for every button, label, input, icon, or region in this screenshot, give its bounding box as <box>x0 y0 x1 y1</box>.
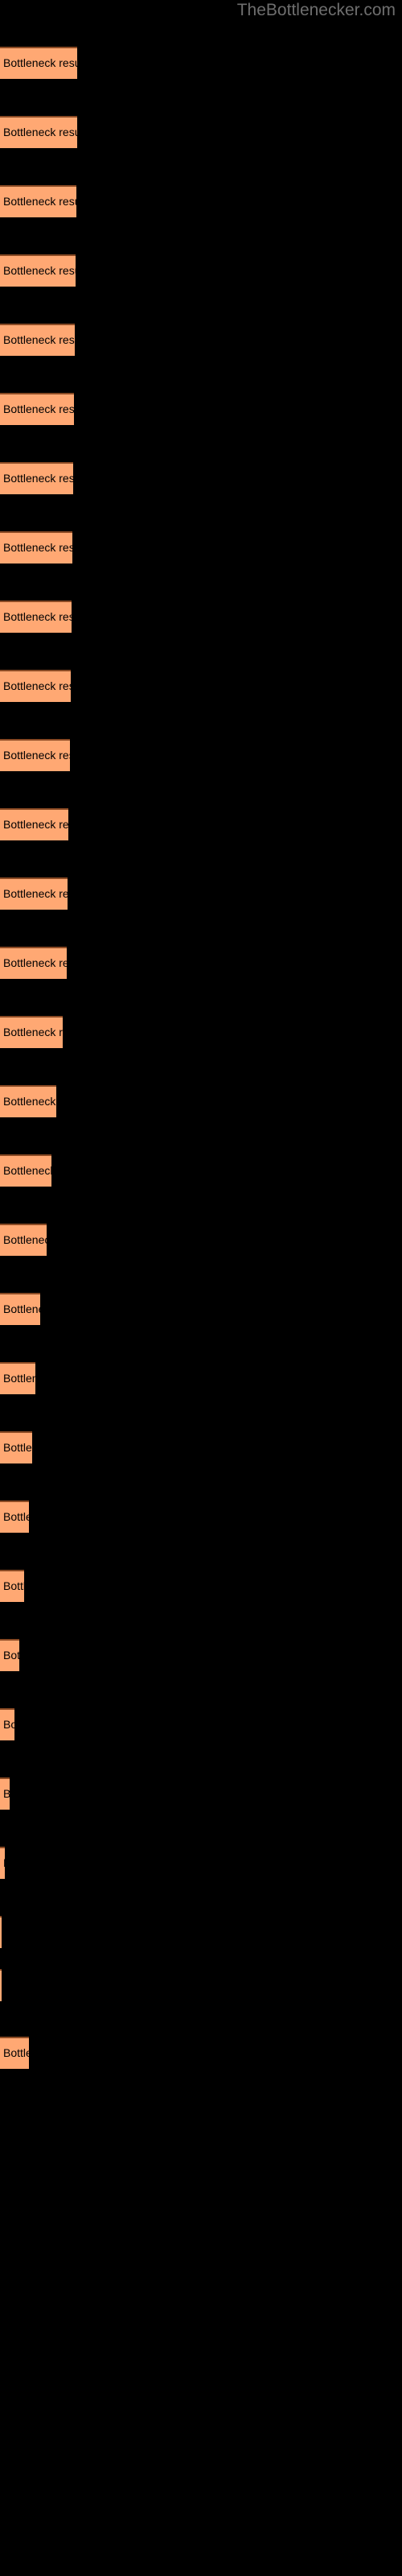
bar-label: Bottleneck result <box>3 472 73 485</box>
bar-row: Bottleneck result <box>0 1777 402 1810</box>
bottleneck-result-bar[interactable]: Bottleneck result <box>0 1777 10 1810</box>
bottleneck-result-bar[interactable]: Bottleneck result <box>0 1916 2 1948</box>
bar-label: Bottleneck result <box>3 749 70 762</box>
bottleneck-chart: TheBottlenecker.com Bottleneck resultBot… <box>0 0 402 2576</box>
bottleneck-result-bar[interactable]: Bottleneck result <box>0 47 77 79</box>
bottleneck-result-bar[interactable]: Bottleneck result <box>0 601 72 633</box>
bar-label: Bottleneck result <box>3 1095 56 1108</box>
bottleneck-result-bar[interactable]: Bottleneck result <box>0 462 73 494</box>
bar-label: Bottleneck result <box>3 610 72 623</box>
bar-label: Bottleneck result <box>3 2046 29 2059</box>
bar-row: Bottleneck result <box>0 1293 402 1325</box>
bar-row: Bottleneck result <box>0 2037 402 2069</box>
bottleneck-result-bar[interactable]: Bottleneck result <box>0 1969 2 2001</box>
bar-row: Bottleneck result <box>0 462 402 494</box>
bottleneck-result-bar[interactable]: Bottleneck result <box>0 1708 14 1740</box>
bar-label: Bottleneck result <box>3 1026 63 1038</box>
bar-row: Bottleneck result <box>0 531 402 564</box>
bar-label: Bottleneck result <box>3 1510 29 1523</box>
bottleneck-result-bar[interactable]: Bottleneck result <box>0 116 77 148</box>
bar-label: Bottleneck result <box>3 195 76 208</box>
bottleneck-result-bar[interactable]: Bottleneck result <box>0 1501 29 1533</box>
bottleneck-result-bar[interactable]: Bottleneck result <box>0 947 67 979</box>
bar-row: Bottleneck result <box>0 1085 402 1117</box>
bottleneck-result-bar[interactable]: Bottleneck result <box>0 324 75 356</box>
bar-row: Bottleneck result <box>0 1501 402 1533</box>
bar-row: Bottleneck result <box>0 877 402 910</box>
bar-label: Bottleneck result <box>3 1856 5 1871</box>
bottleneck-result-bar[interactable]: Bottleneck result <box>0 254 76 287</box>
bar-row: Bottleneck result <box>0 1916 402 1948</box>
bar-row: Bottleneck result <box>0 947 402 979</box>
bar-row: Bottleneck result <box>0 1016 402 1048</box>
bottleneck-result-bar[interactable]: Bottleneck result <box>0 877 68 910</box>
bar-label: Bottleneck result <box>3 887 68 900</box>
bar-row: Bottleneck result <box>0 1570 402 1602</box>
bar-label: Bottleneck result <box>3 1786 10 1802</box>
bottleneck-result-bar[interactable]: Bottleneck result <box>0 393 74 425</box>
bar-label: Bottleneck result <box>3 333 75 346</box>
bar-row: Bottleneck result <box>0 1708 402 1740</box>
bar-label: Bottleneck result <box>3 956 67 969</box>
bar-label: Bottleneck result <box>3 1302 40 1315</box>
bar-label: Bottleneck result <box>3 818 68 831</box>
bottleneck-result-bar[interactable]: Bottleneck result <box>0 1085 56 1117</box>
bar-row: Bottleneck result <box>0 1224 402 1256</box>
bar-label: Bottleneck result <box>3 1649 19 1662</box>
bottleneck-result-bar[interactable]: Bottleneck result <box>0 1362 35 1394</box>
bottleneck-result-bar[interactable]: Bottleneck result <box>0 670 71 702</box>
bar-label: Bottleneck result <box>3 1164 51 1177</box>
bar-label: Bottleneck result <box>3 1441 32 1454</box>
bar-row: Bottleneck result <box>0 1639 402 1671</box>
bar-label: Bottleneck result <box>3 541 72 554</box>
bottleneck-result-bar[interactable]: Bottleneck result <box>0 531 72 564</box>
bottleneck-result-bar[interactable]: Bottleneck result <box>0 1570 24 1602</box>
bar-label: Bottleneck result <box>3 1579 24 1592</box>
bar-label: Bottleneck result <box>3 679 71 692</box>
bar-label: Bottleneck result <box>3 1233 47 1246</box>
bar-row: Bottleneck result <box>0 324 402 356</box>
bottleneck-result-bar[interactable]: Bottleneck result <box>0 1224 47 1256</box>
bar-row: Bottleneck result <box>0 116 402 148</box>
bottleneck-result-bar[interactable]: Bottleneck result <box>0 739 70 771</box>
bar-label: Bottleneck result <box>3 1718 14 1731</box>
bar-row: Bottleneck result <box>0 254 402 287</box>
bar-label: Bottleneck result <box>3 402 74 415</box>
bar-row: Bottleneck result <box>0 185 402 217</box>
bar-label: Bottleneck result <box>3 264 76 277</box>
bar-label: Bottleneck result <box>3 126 77 138</box>
bottleneck-result-bar[interactable]: Bottleneck result <box>0 2037 29 2069</box>
bar-row: Bottleneck result <box>0 1847 402 1879</box>
bottleneck-result-bar[interactable]: Bottleneck result <box>0 1016 63 1048</box>
bar-row: Bottleneck result <box>0 393 402 425</box>
bottleneck-result-bar[interactable]: Bottleneck result <box>0 1639 19 1671</box>
bar-row: Bottleneck result <box>0 808 402 840</box>
bottleneck-result-bar[interactable]: Bottleneck result <box>0 1293 40 1325</box>
bar-row: Bottleneck result <box>0 670 402 702</box>
bar-row: Bottleneck result <box>0 1154 402 1187</box>
bottleneck-result-bar[interactable]: Bottleneck result <box>0 1847 5 1879</box>
bar-label: Bottleneck result <box>3 1372 35 1385</box>
bottleneck-result-bar[interactable]: Bottleneck result <box>0 1154 51 1187</box>
bar-row: Bottleneck result <box>0 47 402 79</box>
bottleneck-result-bar[interactable]: Bottleneck result <box>0 808 68 840</box>
bar-label: Bottleneck result <box>3 56 77 69</box>
bar-row: Bottleneck result <box>0 601 402 633</box>
bar-row: Bottleneck result <box>0 1362 402 1394</box>
bar-row: Bottleneck result <box>0 739 402 771</box>
bar-row: Bottleneck result <box>0 1969 402 2001</box>
bar-row: Bottleneck result <box>0 1431 402 1463</box>
bar-list: Bottleneck result Bottleneck result Bottle… <box>0 0 402 2576</box>
bottleneck-result-bar[interactable]: Bottleneck result <box>0 185 76 217</box>
bottleneck-result-bar[interactable]: Bottleneck result <box>0 1431 32 1463</box>
